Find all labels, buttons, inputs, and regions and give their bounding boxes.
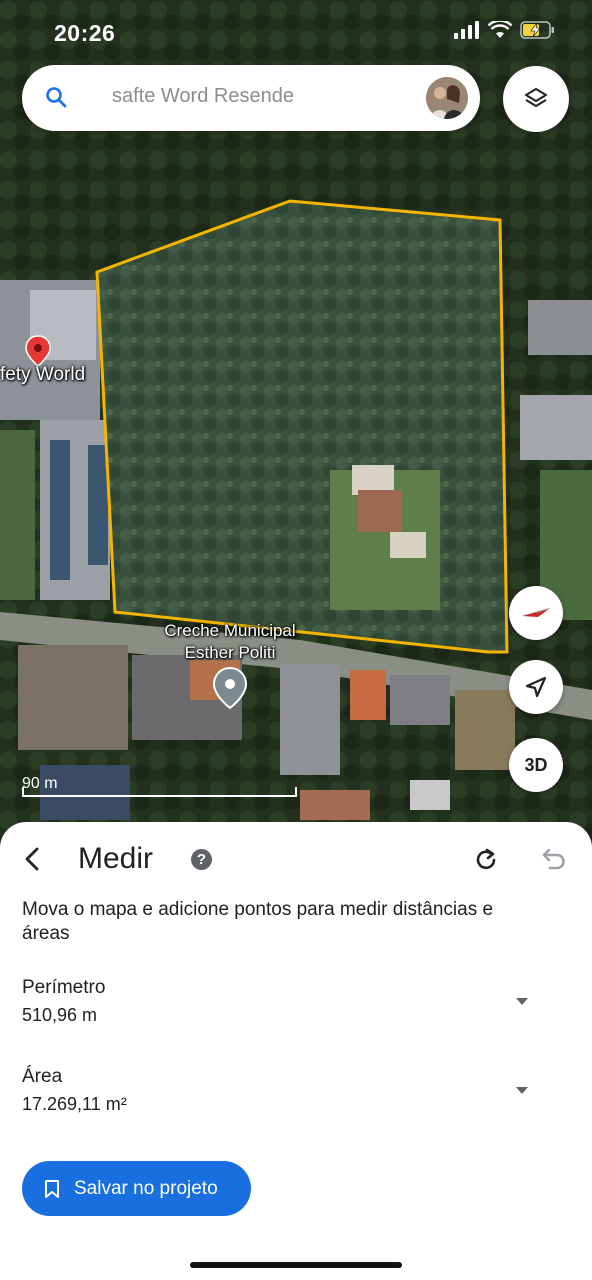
search-icon[interactable] [44, 85, 68, 109]
scale-bar: 90 m [22, 775, 297, 797]
measure-sheet: Medir ? Mova o mapa e adicione pontos pa… [0, 822, 592, 1280]
perimeter-row[interactable]: Perímetro 510,96 m [22, 977, 542, 1026]
profile-photo-icon [426, 77, 468, 119]
map-label-safety-world[interactable]: fety World [0, 364, 85, 386]
sheet-title: Medir [78, 842, 154, 875]
wifi-icon [488, 21, 512, 38]
perimeter-value: 510,96 m [22, 1005, 98, 1025]
navigation-arrow-icon [525, 676, 547, 698]
area-row[interactable]: Área 17.269,11 m² [22, 1066, 542, 1115]
creche-label-line1: Creche Municipal [164, 621, 296, 640]
creche-label-line2: Esther Politi [184, 643, 276, 662]
area-label: Área [22, 1066, 63, 1087]
perimeter-label: Perímetro [22, 977, 106, 998]
scale-line [22, 787, 297, 797]
back-arrow-icon[interactable] [18, 844, 48, 874]
my-location-button[interactable] [509, 660, 563, 714]
area-value: 17.269,11 m² [22, 1094, 127, 1114]
help-icon[interactable]: ? [191, 849, 212, 870]
save-to-project-button[interactable]: Salvar no projeto [22, 1161, 251, 1216]
redo-icon[interactable] [472, 846, 500, 874]
3d-button[interactable]: 3D [509, 738, 563, 792]
avatar[interactable] [426, 77, 468, 119]
home-indicator[interactable] [190, 1262, 402, 1268]
search-query[interactable]: safte Word Resende [112, 85, 294, 108]
battery-charging-icon [520, 21, 554, 39]
status-bar: 20:26 [0, 0, 592, 64]
status-time: 20:26 [54, 20, 116, 46]
signal-icon [454, 21, 479, 39]
layers-icon [525, 88, 547, 107]
chevron-down-icon[interactable] [514, 995, 530, 1007]
chevron-down-icon[interactable] [514, 1084, 530, 1096]
search-bar[interactable]: safte Word Resende [22, 65, 480, 131]
undo-icon[interactable] [540, 846, 568, 874]
scale-label: 90 m [22, 775, 58, 792]
compass-icon [521, 607, 551, 617]
save-button-label: Salvar no projeto [74, 1177, 218, 1199]
layers-button[interactable] [503, 66, 569, 132]
status-icons [454, 20, 556, 40]
compass-button[interactable] [509, 586, 563, 640]
map-label-creche[interactable]: Creche Municipal Esther Politi [150, 620, 310, 664]
bookmark-icon [45, 1179, 59, 1198]
instructions-text: Mova o mapa e adicione pontos para medir… [22, 899, 494, 944]
